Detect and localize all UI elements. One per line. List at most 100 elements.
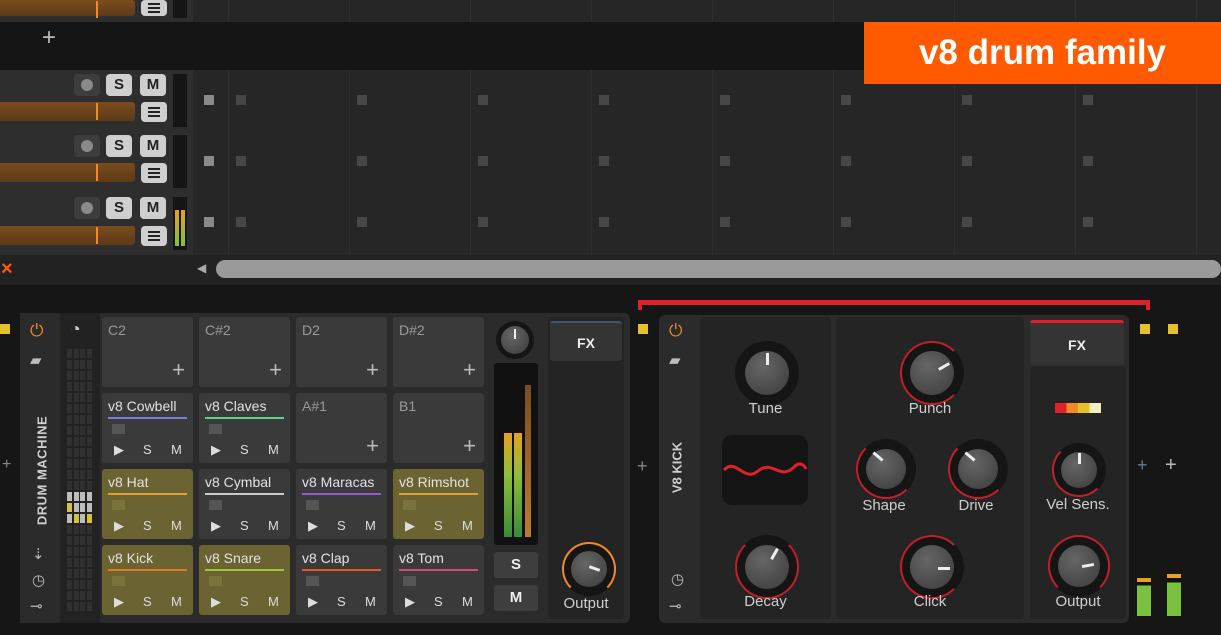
drum-pad[interactable]: v8 Maracas ▶ S M (296, 469, 387, 539)
drum-pad[interactable]: v8 Snare ▶ S M (199, 545, 290, 615)
pad-mute-button[interactable]: M (171, 594, 182, 609)
clip-slot[interactable] (720, 95, 730, 105)
play-icon[interactable]: ▶ (114, 594, 124, 610)
volume-slider[interactable] (0, 102, 135, 121)
play-icon[interactable]: ▶ (308, 594, 318, 610)
add-instrument-icon[interactable]: + (366, 435, 379, 457)
volume-slider[interactable] (0, 0, 135, 18)
track-row[interactable]: S M (0, 131, 1221, 193)
clip-slot[interactable] (1083, 95, 1093, 105)
pad-solo-button[interactable]: S (240, 518, 249, 533)
pad-mute-button[interactable]: M (268, 518, 279, 533)
horizontal-scrollbar[interactable] (216, 260, 1221, 278)
clip-slot[interactable] (599, 95, 609, 105)
drum-machine-device[interactable]: ⏻ ▰ DRUM MACHINE ⇣ ◷ ⊸ ◔ C2 + C#2 + D2 + D#2 + v… (20, 313, 630, 623)
drum-pad[interactable]: v8 Rimshot ▶ S M (393, 469, 484, 539)
add-device-icon[interactable]: + (1165, 454, 1177, 477)
clip-slot[interactable] (204, 217, 214, 227)
pad-solo-button[interactable]: S (240, 442, 249, 457)
drum-pad[interactable]: v8 Clap ▶ S M (296, 545, 387, 615)
punch-knob[interactable] (900, 341, 964, 405)
folder-icon[interactable]: ▰ (669, 351, 681, 369)
volume-slider[interactable] (0, 163, 135, 182)
drum-pad[interactable]: v8 Kick ▶ S M (102, 545, 193, 615)
pad-mute-button[interactable]: M (171, 518, 182, 533)
gauge-icon[interactable]: ◔ (70, 319, 81, 340)
pad-solo-button[interactable]: S (143, 442, 152, 457)
clip-slot[interactable] (962, 217, 972, 227)
pad-overview-grid[interactable] (67, 349, 93, 617)
clip-slot[interactable] (236, 156, 246, 166)
drum-pad[interactable]: B1 + (393, 393, 484, 463)
clip-slot[interactable] (962, 95, 972, 105)
pad-solo-button[interactable]: S (337, 518, 346, 533)
clip-slot[interactable] (478, 217, 488, 227)
v8-kick-device[interactable]: ⏻ ▰ V8 KICK ◷ ⊸ Tune Decay Punch Shape D… (659, 315, 1129, 623)
record-arm-button[interactable] (74, 197, 100, 219)
tune-knob[interactable] (735, 341, 799, 405)
add-instrument-icon[interactable]: + (366, 359, 379, 381)
clip-slot[interactable] (1083, 156, 1093, 166)
drum-mute-button[interactable]: M (494, 585, 538, 611)
play-icon[interactable]: ▶ (211, 518, 221, 534)
close-icon[interactable]: × (1, 258, 13, 281)
click-knob[interactable] (900, 535, 964, 599)
drum-pad[interactable]: v8 Cymbal ▶ S M (199, 469, 290, 539)
clip-slot[interactable] (599, 156, 609, 166)
chain-add-icon[interactable]: + (2, 456, 11, 474)
volume-slider[interactable] (0, 226, 135, 245)
mute-button[interactable]: M (140, 135, 166, 157)
clip-slot[interactable] (357, 95, 367, 105)
clock-icon[interactable]: ◷ (32, 571, 45, 589)
pad-mute-button[interactable]: M (268, 594, 279, 609)
key-icon[interactable]: ⊸ (669, 597, 682, 615)
drum-solo-button[interactable]: S (494, 552, 538, 578)
drum-pad[interactable]: v8 Hat ▶ S M (102, 469, 193, 539)
solo-button[interactable]: S (106, 74, 132, 96)
add-instrument-icon[interactable]: + (172, 359, 185, 381)
chain-knob[interactable] (496, 321, 534, 359)
pad-solo-button[interactable]: S (434, 518, 443, 533)
drum-pad[interactable]: C#2 + (199, 317, 290, 387)
play-icon[interactable]: ▶ (114, 518, 124, 534)
track-menu-button[interactable] (141, 0, 167, 16)
clip-slot[interactable] (599, 217, 609, 227)
clip-slot[interactable] (841, 95, 851, 105)
clip-slot[interactable] (236, 95, 246, 105)
clip-slot[interactable] (357, 156, 367, 166)
fader-track[interactable] (525, 385, 531, 537)
mute-button[interactable]: M (140, 74, 166, 96)
key-icon[interactable]: ⊸ (30, 597, 43, 615)
drum-pad[interactable]: A#1 + (296, 393, 387, 463)
solo-button[interactable]: S (106, 197, 132, 219)
play-icon[interactable]: ▶ (405, 594, 415, 610)
chain-add-icon[interactable]: + (1137, 455, 1148, 476)
clip-slot[interactable] (841, 156, 851, 166)
clip-slot[interactable] (478, 156, 488, 166)
decay-knob[interactable] (735, 535, 799, 599)
drum-pad[interactable]: C2 + (102, 317, 193, 387)
add-instrument-icon[interactable]: + (463, 435, 476, 457)
fx-button[interactable]: FX (550, 321, 622, 361)
folder-icon[interactable]: ▰ (30, 351, 42, 369)
solo-button[interactable]: S (106, 135, 132, 157)
track-menu-button[interactable] (141, 226, 167, 246)
pad-solo-button[interactable]: S (143, 518, 152, 533)
clock-icon[interactable]: ◷ (671, 570, 684, 588)
arrow-down-icon[interactable]: ⇣ (32, 545, 45, 563)
mute-button[interactable]: M (140, 197, 166, 219)
pad-solo-button[interactable]: S (337, 594, 346, 609)
drum-pad[interactable]: v8 Cowbell ▶ S M (102, 393, 193, 463)
play-icon[interactable]: ▶ (211, 594, 221, 610)
track-menu-button[interactable] (141, 102, 167, 122)
power-icon[interactable]: ⏻ (669, 321, 682, 341)
add-track-button[interactable]: + (42, 24, 56, 52)
clip-slot[interactable] (478, 95, 488, 105)
drive-knob[interactable] (948, 439, 1008, 499)
pad-solo-button[interactable]: S (240, 594, 249, 609)
clip-slot[interactable] (841, 217, 851, 227)
pad-mute-button[interactable]: M (365, 594, 376, 609)
pad-solo-button[interactable]: S (143, 594, 152, 609)
drum-pad[interactable]: D2 + (296, 317, 387, 387)
drum-pad[interactable]: v8 Claves ▶ S M (199, 393, 290, 463)
